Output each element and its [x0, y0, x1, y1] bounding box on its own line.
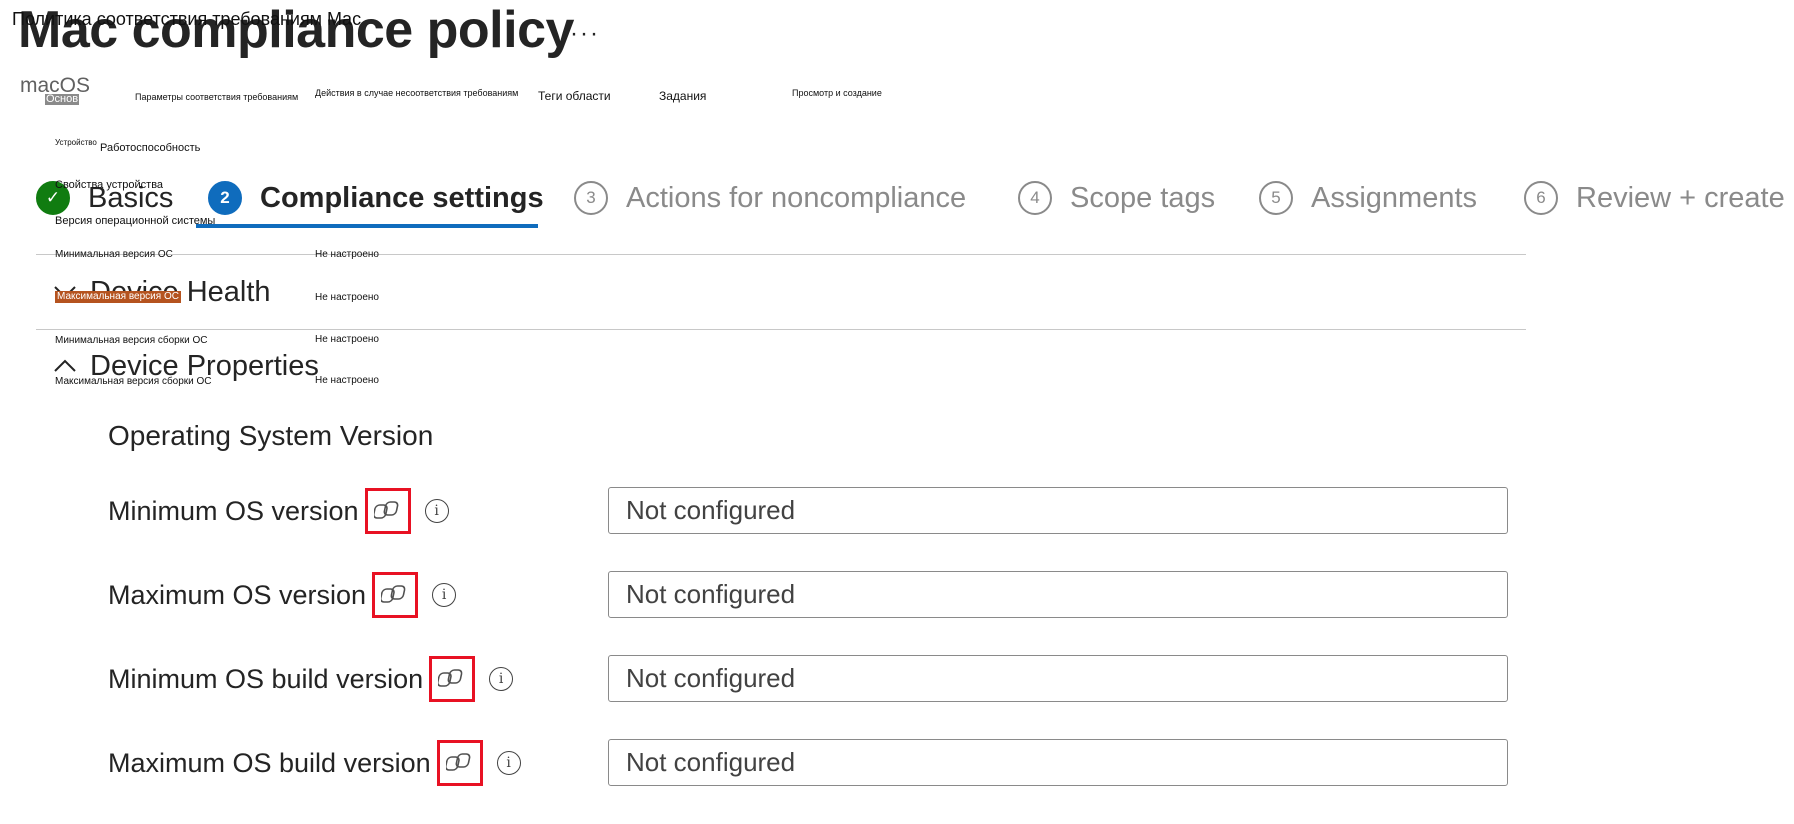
overlay-tree-os-version: Версия операционной системы: [55, 215, 216, 227]
divider: [36, 254, 1526, 255]
step-label: Actions for noncompliance: [626, 181, 967, 214]
step-scope-tags[interactable]: 4 Scope tags: [1018, 176, 1215, 220]
step-label: Compliance settings: [260, 181, 544, 214]
setting-label: Maximum OS version: [108, 579, 367, 610]
setting-min-os-build-version: Minimum OS build version i: [108, 652, 514, 706]
divider: [36, 329, 1526, 330]
step-number: 5: [1259, 181, 1293, 215]
overlay-tree-device: Устройство: [55, 138, 97, 147]
step-number: 4: [1018, 181, 1052, 215]
step-compliance-settings[interactable]: 2 Compliance settings: [208, 176, 544, 220]
overlay-tab-assignments[interactable]: Задания: [659, 90, 706, 102]
overlay-tab-actions[interactable]: Действия в случае несоответствия требова…: [315, 89, 518, 98]
setting-label: Maximum OS build version: [108, 747, 431, 778]
more-options-button[interactable]: ···: [570, 20, 600, 48]
setting-min-os-version: Minimum OS version i: [108, 484, 449, 538]
step-label: Assignments: [1311, 181, 1478, 214]
overlay-tab-compliance-settings[interactable]: Параметры соответствия требованиям: [135, 93, 298, 102]
group-title: Operating System Version: [108, 420, 434, 451]
overlay-tab-review-create[interactable]: Просмотр и создание: [792, 89, 882, 98]
step-number: 6: [1524, 181, 1558, 215]
overlay-row-value[interactable]: Не настроено: [315, 376, 379, 386]
step-assignments[interactable]: 5 Assignments: [1259, 176, 1477, 220]
copilot-icon[interactable]: [372, 572, 419, 618]
overlay-tab-basics[interactable]: Основ: [45, 94, 80, 105]
step-review-create[interactable]: 6 Review + create: [1524, 176, 1785, 220]
overlay-row-value[interactable]: Не настроено: [315, 250, 379, 260]
step-label: Review + create: [1576, 181, 1785, 214]
step-number: 3: [574, 181, 608, 215]
overlay-row-value[interactable]: Не настроено: [315, 335, 379, 345]
copilot-icon[interactable]: [364, 488, 411, 534]
min-os-build-version-field[interactable]: Not configured: [608, 655, 1508, 702]
overlay-tab-scope-tags[interactable]: Теги области: [538, 90, 611, 102]
step-number: 2: [208, 181, 242, 215]
info-icon[interactable]: i: [432, 583, 457, 607]
active-step-underline: [196, 224, 538, 228]
setting-label: Minimum OS version: [108, 495, 359, 526]
min-os-version-field[interactable]: Not configured: [608, 487, 1508, 534]
info-icon[interactable]: i: [489, 667, 514, 691]
step-actions-for-noncompliance[interactable]: 3 Actions for noncompliance: [574, 176, 966, 220]
overlay-row-label: Максимальная версия ОС: [55, 291, 181, 303]
step-label: Scope tags: [1070, 181, 1216, 214]
info-icon[interactable]: i: [424, 499, 449, 523]
overlay-row-value[interactable]: Не настроено: [315, 293, 379, 303]
max-os-build-version-field[interactable]: Not configured: [608, 739, 1508, 786]
overlay-row-label: Максимальная версия сборки ОС: [55, 376, 212, 387]
max-os-version-field[interactable]: Not configured: [608, 571, 1508, 618]
overlay-tree-properties[interactable]: Свойства устройства: [55, 180, 163, 191]
setting-max-os-version: Maximum OS version i: [108, 568, 457, 622]
copilot-icon[interactable]: [429, 656, 476, 702]
setting-label: Minimum OS build version: [108, 663, 424, 694]
overlay-tree-health[interactable]: Работоспособность: [100, 143, 200, 154]
setting-max-os-build-version: Maximum OS build version i: [108, 736, 521, 790]
overlay-row-label: Минимальная версия ОС: [55, 249, 173, 260]
overlay-row-label: Минимальная версия сборки ОС: [55, 335, 208, 346]
overlay-page-title: Политика соответствия требованиям Mac: [12, 9, 362, 29]
info-icon[interactable]: i: [496, 751, 521, 775]
copilot-icon[interactable]: [436, 740, 483, 786]
